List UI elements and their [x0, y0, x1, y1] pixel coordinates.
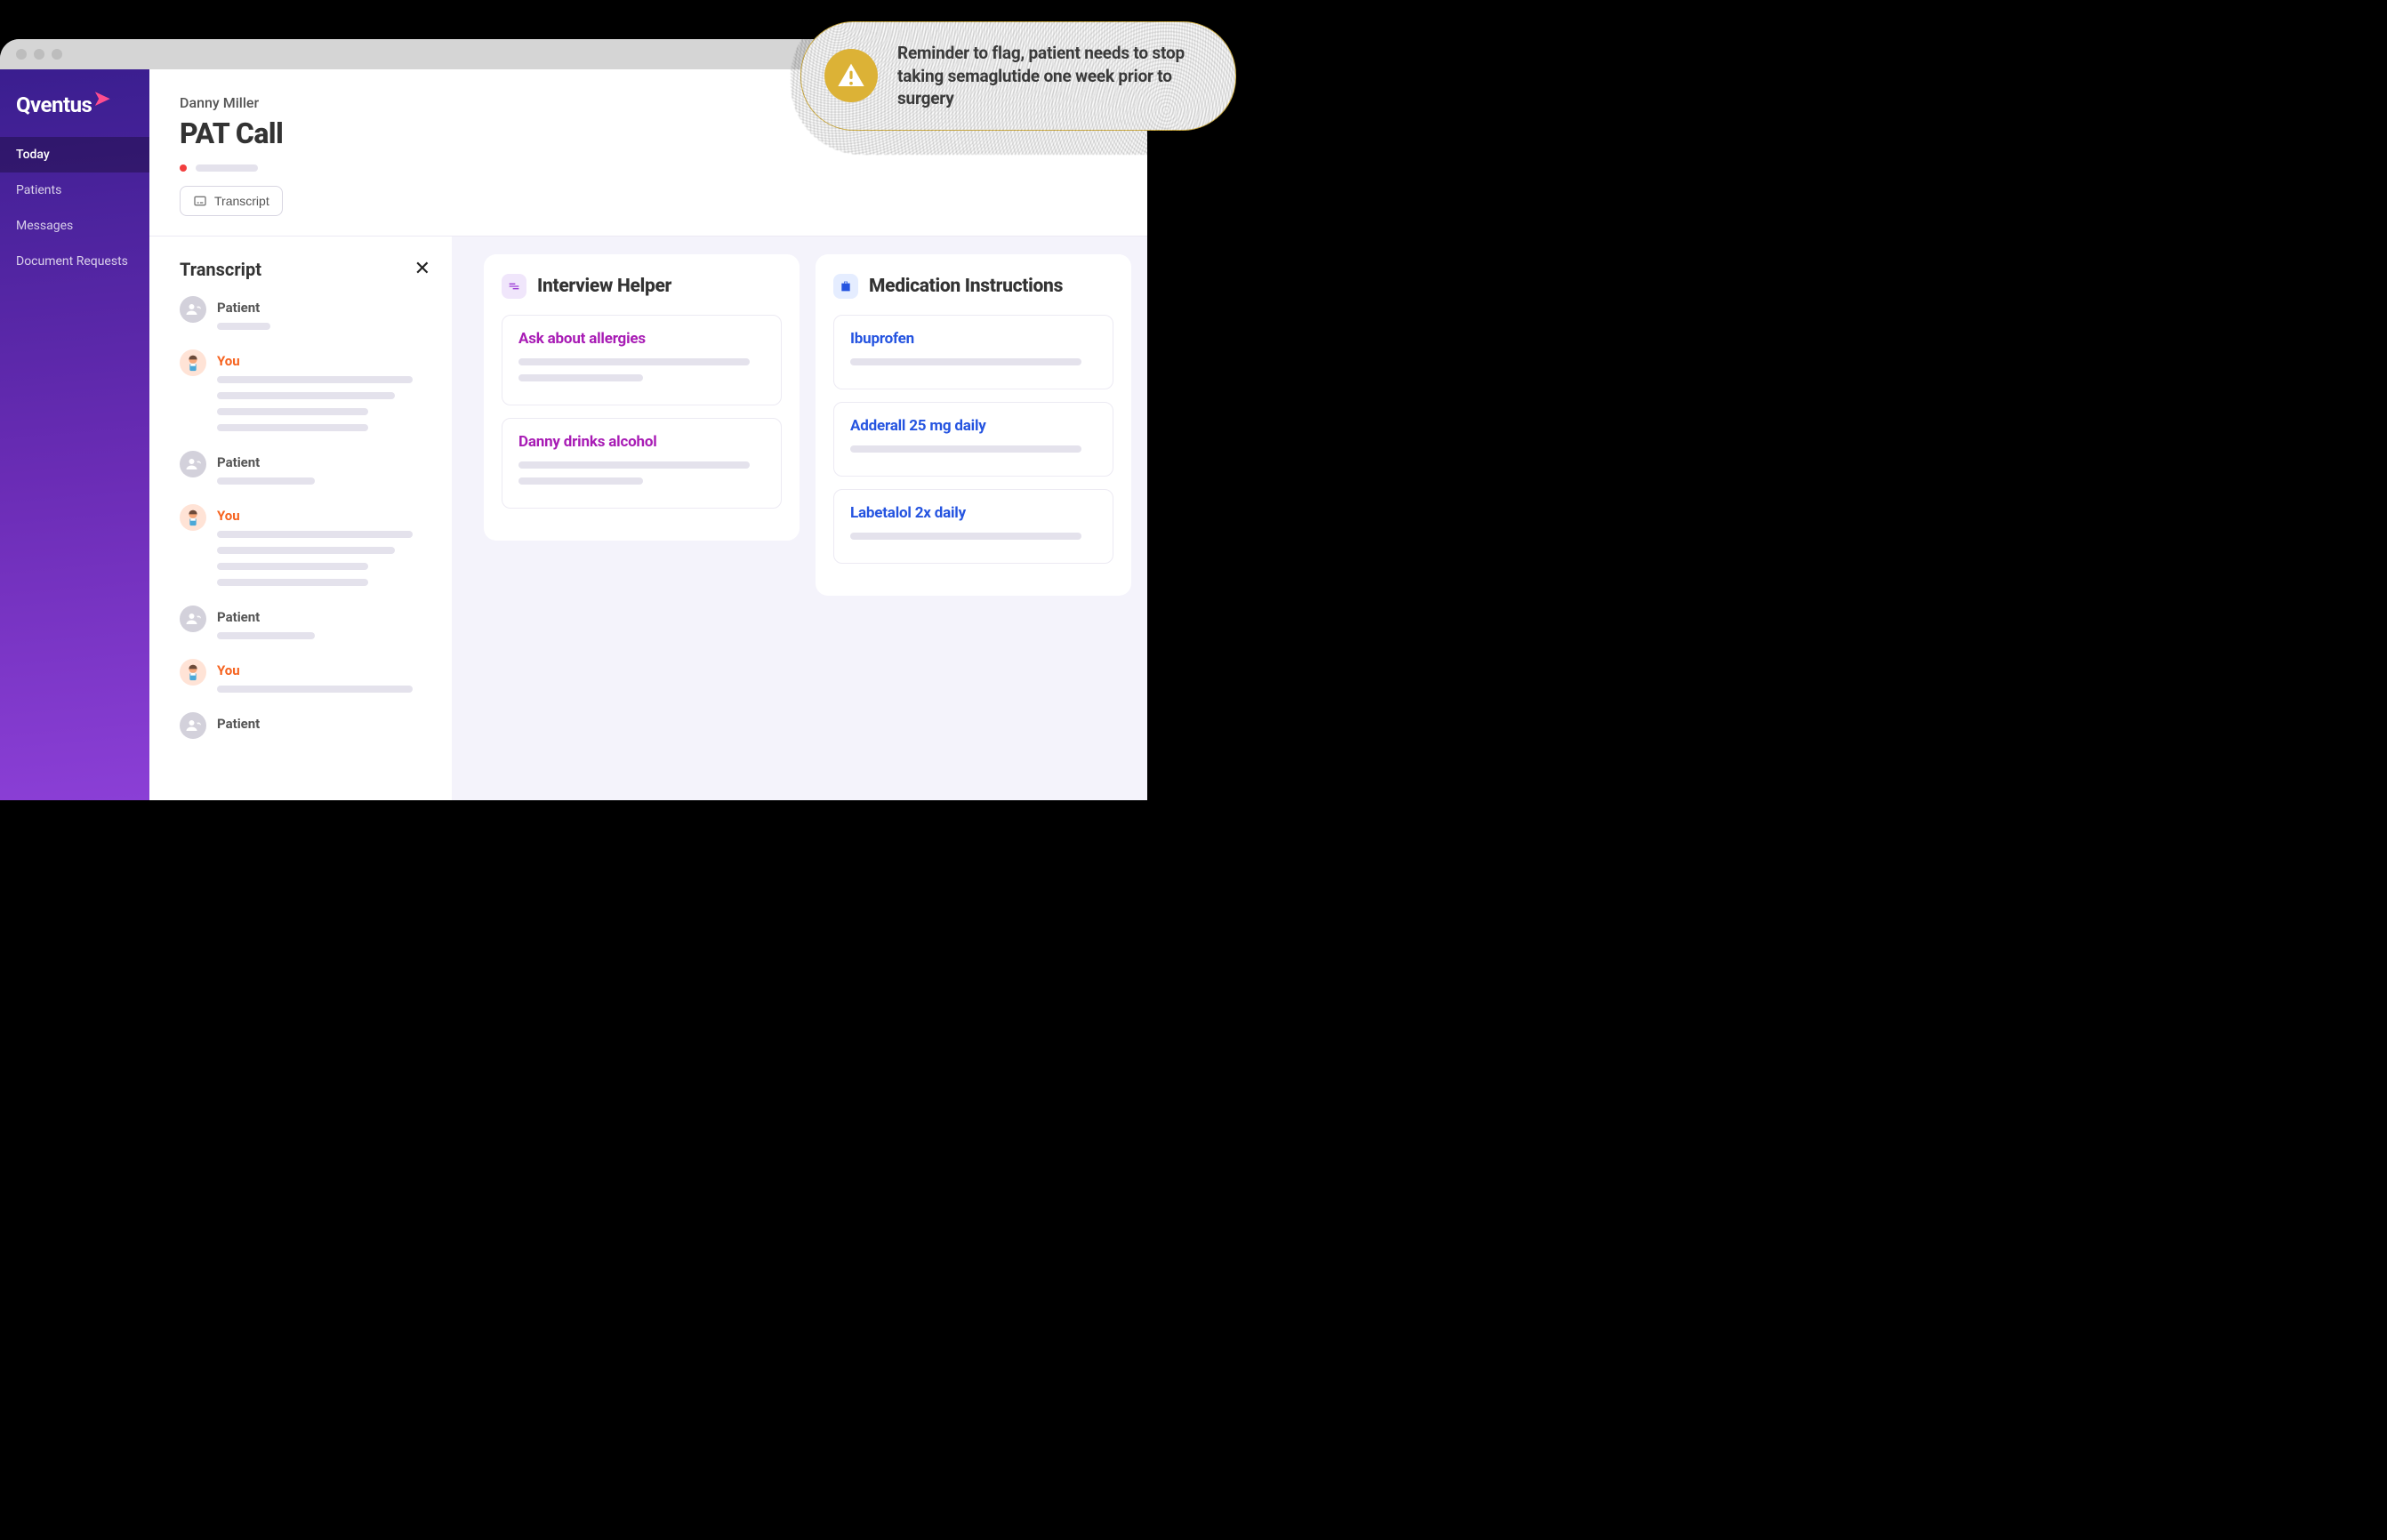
- info-card[interactable]: Danny drinks alcohol: [502, 418, 782, 509]
- recording-placeholder: [196, 164, 258, 172]
- you-avatar-icon: [180, 349, 206, 376]
- cards-area: Interview Helper Ask about allergies Dann…: [468, 237, 1147, 596]
- brand-logo: Qventus ➤: [0, 80, 149, 137]
- info-card-title: Danny drinks alcohol: [518, 433, 765, 451]
- recording-dot-icon: [180, 164, 187, 172]
- message-speaker: Patient: [217, 454, 434, 470]
- transcript-message: You: [180, 504, 434, 595]
- transcript-list: Patient You Patient You Patient You Patient: [180, 296, 434, 739]
- text-placeholder: [850, 358, 1081, 365]
- info-card[interactable]: Adderall 25 mg daily: [833, 402, 1113, 477]
- message-speaker: Patient: [217, 716, 434, 732]
- sidebar-item-label: Document Requests: [16, 254, 128, 269]
- transcript-message: Patient: [180, 451, 434, 493]
- medication-icon: [833, 274, 858, 299]
- text-placeholder: [217, 547, 395, 554]
- you-avatar-icon: [180, 659, 206, 686]
- text-placeholder: [217, 632, 315, 639]
- reminder-text: Reminder to flag, patient needs to stop …: [897, 42, 1209, 110]
- info-card[interactable]: Ask about allergies: [502, 315, 782, 405]
- info-card-title: Ibuprofen: [850, 330, 1097, 348]
- recording-status: [180, 164, 1117, 172]
- text-placeholder: [518, 358, 750, 365]
- sidebar-item-messages[interactable]: Messages: [0, 208, 149, 244]
- interview-helper-title: Interview Helper: [537, 276, 671, 297]
- text-placeholder: [518, 374, 643, 381]
- brand-accent-icon: ➤: [93, 93, 109, 105]
- window-control-zoom[interactable]: [52, 49, 62, 60]
- transcript-title: Transcript: [180, 259, 261, 280]
- app-body: Qventus ➤ Today Patients Messages Document …: [0, 69, 1147, 800]
- text-placeholder: [217, 392, 395, 399]
- sidebar-item-document-requests[interactable]: Document Requests: [0, 244, 149, 279]
- text-placeholder: [217, 424, 368, 431]
- info-card-title: Labetalol 2x daily: [850, 504, 1097, 522]
- text-placeholder: [518, 477, 643, 485]
- message-speaker: You: [217, 662, 434, 678]
- sidebar-nav: Today Patients Messages Document Requests: [0, 137, 149, 279]
- reminder-toast[interactable]: Reminder to flag, patient needs to stop …: [800, 21, 1236, 131]
- medication-instructions-card: Medication Instructions Ibuprofen Adderal…: [816, 254, 1131, 596]
- info-card-title: Adderall 25 mg daily: [850, 417, 1097, 435]
- transcript-message: Patient: [180, 296, 434, 339]
- sidebar-item-today[interactable]: Today: [0, 137, 149, 172]
- transcript-button[interactable]: Transcript: [180, 186, 283, 216]
- sidebar-item-label: Messages: [16, 219, 73, 233]
- info-card[interactable]: Labetalol 2x daily: [833, 489, 1113, 564]
- interview-helper-card: Interview Helper Ask about allergies Dann…: [484, 254, 800, 541]
- main-area: Danny Miller PAT Call Transcript: [149, 69, 1147, 800]
- text-placeholder: [217, 579, 368, 586]
- you-avatar-icon: [180, 504, 206, 531]
- workspace: Transcript ✕ PatientYouPatientYouPatient…: [149, 237, 1147, 800]
- info-card[interactable]: Ibuprofen: [833, 315, 1113, 389]
- sidebar-item-label: Today: [16, 148, 50, 162]
- message-speaker: You: [217, 353, 434, 369]
- info-card-title: Ask about allergies: [518, 330, 765, 348]
- message-speaker: You: [217, 508, 434, 524]
- window-control-minimize[interactable]: [34, 49, 44, 60]
- text-placeholder: [217, 531, 413, 538]
- text-placeholder: [217, 686, 413, 693]
- transcript-message: Patient: [180, 606, 434, 648]
- medication-instructions-title: Medication Instructions: [869, 276, 1063, 297]
- transcript-button-label: Transcript: [214, 194, 269, 208]
- transcript-message: You: [180, 659, 434, 702]
- transcript-icon: [193, 194, 207, 208]
- text-placeholder: [217, 408, 368, 415]
- text-placeholder: [217, 376, 413, 383]
- warning-icon: [824, 49, 878, 102]
- interview-helper-icon: [502, 274, 526, 299]
- patient-avatar-icon: [180, 296, 206, 323]
- sidebar: Qventus ➤ Today Patients Messages Document …: [0, 69, 149, 800]
- text-placeholder: [850, 445, 1081, 453]
- transcript-message: Patient: [180, 712, 434, 739]
- patient-avatar-icon: [180, 606, 206, 632]
- message-speaker: Patient: [217, 300, 434, 316]
- brand-name: Qventus: [16, 92, 92, 117]
- close-icon[interactable]: ✕: [411, 258, 434, 280]
- text-placeholder: [217, 477, 315, 485]
- text-placeholder: [850, 533, 1081, 540]
- text-placeholder: [217, 323, 270, 330]
- transcript-message: You: [180, 349, 434, 440]
- window-control-close[interactable]: [16, 49, 27, 60]
- text-placeholder: [518, 461, 750, 469]
- text-placeholder: [217, 563, 368, 570]
- transcript-panel: Transcript ✕ PatientYouPatientYouPatient…: [149, 237, 452, 800]
- patient-avatar-icon: [180, 451, 206, 477]
- message-speaker: Patient: [217, 609, 434, 625]
- patient-avatar-icon: [180, 712, 206, 739]
- sidebar-item-label: Patients: [16, 183, 61, 197]
- sidebar-item-patients[interactable]: Patients: [0, 172, 149, 208]
